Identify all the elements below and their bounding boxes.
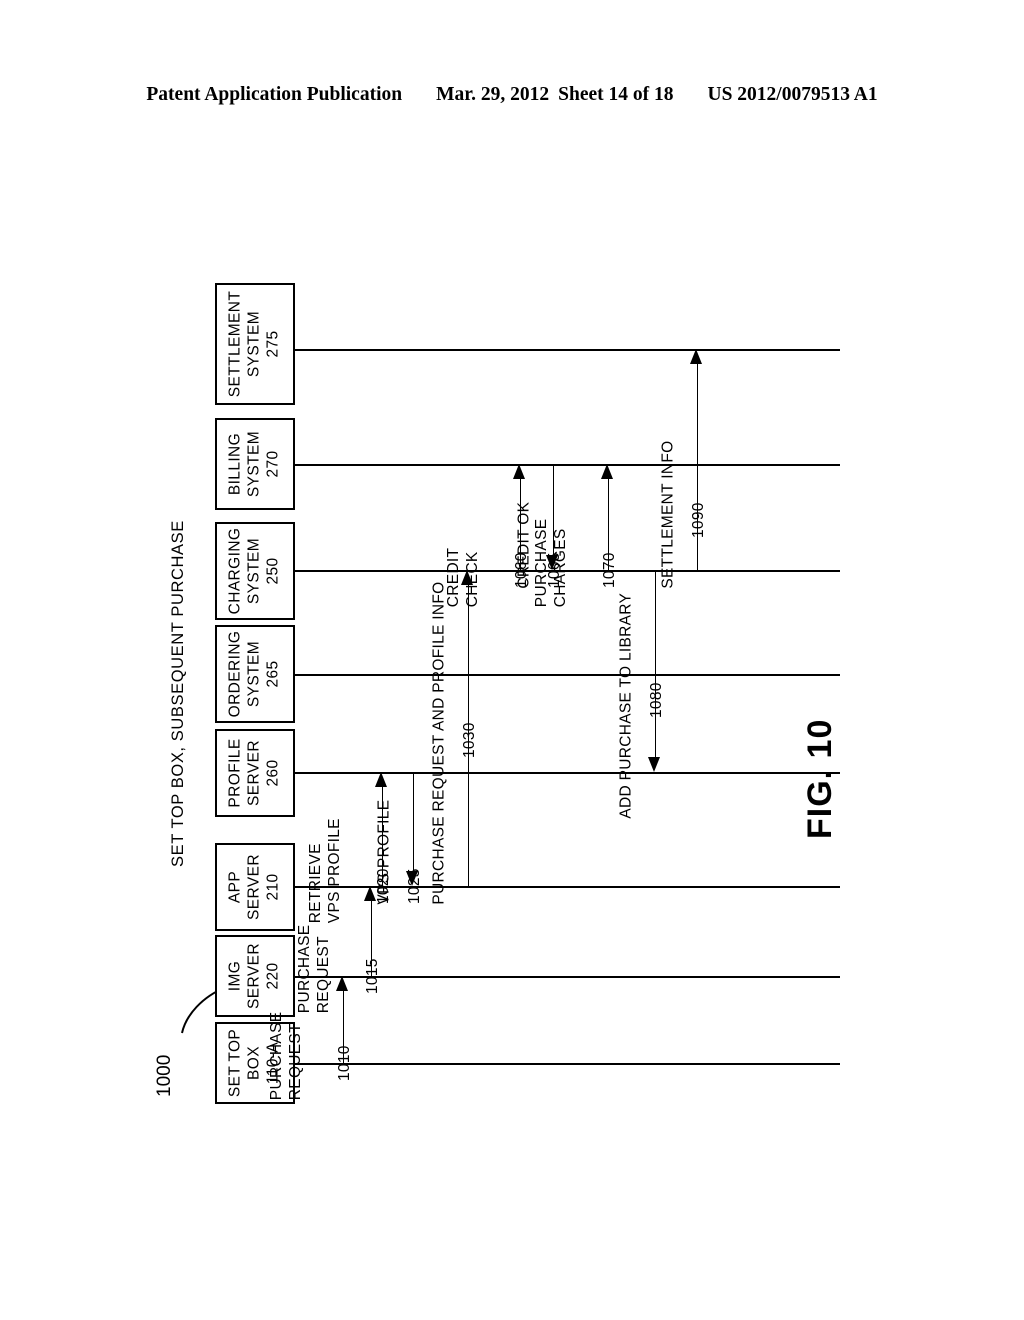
message-arrowhead-add-purchase-to-library-1080 [648,757,660,772]
participant-line2-set-top-box: BOX [245,1046,263,1080]
participant-ref-settlement-system: 275 [264,330,282,358]
message-line2-credit-check-1060: CHECK [463,551,481,608]
message-label-purchase-request-and-profile-info-1030: PURCHASE REQUEST AND PROFILE INFO [430,581,449,904]
participant-label-app-server: APP SERVER 210 [227,854,284,920]
participant-line1-ordering-system: ORDERING [226,630,244,718]
figure-number-label: FIG. 10 [801,718,839,839]
participant-line2-settlement-system: SYSTEM [245,310,263,378]
message-label-purchase-request-1015: PURCHASE REQUEST [296,925,333,1014]
message-line2-add-purchase-to-library-1080: ADD PURCHASE TO LIBRARY [617,592,635,819]
message-line1-credit-check-1060: CREDIT [444,547,462,608]
participant-line2-ordering-system: SYSTEM [245,640,263,708]
message-arrowhead-purchase-request-1010 [336,976,348,991]
message-line2-purchase-request-1010: REQUEST [286,1023,304,1101]
reference-numeral-1000: 1000 [154,1054,175,1097]
participant-ref-img-server: 220 [264,962,282,990]
message-ref-add-purchase-to-library-1080: 1080 [648,682,665,718]
diagram-title: SET TOP BOX, SUBSEQUENT PURCHASE [169,520,187,867]
participant-line1-settlement-system: SETTLEMENT [226,290,244,398]
participant-box-ordering-system: ORDERING SYSTEM 265 [215,625,295,723]
message-label-vps-profile-1025: VPS PROFILE [375,800,394,905]
participant-line2-billing-system: SYSTEM [245,430,263,498]
participant-line1-app-server: APP [226,870,244,904]
message-line2-purchase-charges-1070: CHARGES [551,528,569,608]
message-line2-retrieve-vps-profile-1020: VPS PROFILE [325,818,343,924]
lifeline-ordering-system [295,674,840,676]
participant-line2-app-server: SERVER [245,854,263,920]
message-label-retrieve-vps-profile-1020: RETRIEVE VPS PROFILE [307,818,344,923]
message-label-purchase-charges-1070: PURCHASE CHARGES [533,519,570,608]
participant-label-img-server: IMG SERVER 220 [227,943,284,1009]
message-shaft-vps-profile-1025 [413,772,414,872]
message-label-purchase-request-1010: PURCHASE REQUEST [268,1012,305,1101]
message-ref-purchase-request-and-profile-info-1030: 1030 [461,722,478,758]
lifeline-settlement-system [295,349,840,351]
participant-line2-img-server: SERVER [245,943,263,1009]
participant-line1-profile-server: PROFILE [226,738,244,808]
participant-label-profile-server: PROFILE SERVER 260 [227,738,284,807]
message-arrowhead-credit-check-1060 [513,464,525,479]
message-line2-vps-profile-1025: VPS PROFILE [375,799,393,905]
message-ref-settlement-info-1090: 1090 [690,502,707,538]
message-line1-purchase-request-1015: PURCHASE [295,924,313,1014]
message-line1-retrieve-vps-profile-1020: RETRIEVE [306,843,324,924]
participant-line1-img-server: IMG [226,960,244,992]
participant-ref-app-server: 210 [264,873,282,901]
participant-box-profile-server: PROFILE SERVER 260 [215,729,295,817]
participant-ref-charging-system: 250 [264,557,282,585]
sequence-diagram-figure: SET TOP BOX, SUBSEQUENT PURCHASE FIG. 10… [0,0,1024,1320]
participant-ref-billing-system: 270 [264,450,282,478]
participant-line2-charging-system: SYSTEM [245,537,263,605]
participant-line2-profile-server: SERVER [245,740,263,806]
message-label-settlement-info-1090: SETTLEMENT INFO [659,441,678,589]
participant-box-settlement-system: SETTLEMENT SYSTEM 275 [215,283,295,405]
message-line2-credit-ok-1065: CREDIT OK [515,501,533,589]
participant-line1-billing-system: BILLING [226,432,244,496]
message-ref-purchase-charges-1070: 1070 [601,552,618,588]
lifeline-set-top-box [295,1063,840,1065]
participant-line1-set-top-box: SET TOP [226,1028,244,1098]
participant-box-app-server: APP SERVER 210 [215,843,295,931]
message-line1-purchase-request-1010: PURCHASE [267,1011,285,1101]
participant-label-billing-system: BILLING SYSTEM 270 [227,431,284,497]
participant-label-ordering-system: ORDERING SYSTEM 265 [227,631,284,718]
message-arrowhead-purchase-charges-1070 [601,464,613,479]
message-ref-purchase-request-1015: 1015 [364,958,381,994]
message-ref-vps-profile-1025: 1025 [406,868,423,904]
participant-box-img-server: IMG SERVER 220 [215,935,295,1017]
participant-box-billing-system: BILLING SYSTEM 270 [215,418,295,510]
message-shaft-settlement-info-1090 [697,363,698,570]
message-label-add-purchase-to-library-1080: ADD PURCHASE TO LIBRARY [617,593,636,819]
message-arrowhead-retrieve-vps-profile-1020 [375,772,387,787]
message-line2-purchase-request-1015: REQUEST [314,936,332,1014]
message-label-credit-ok-1065: CREDIT OK [515,502,534,589]
message-line2-purchase-request-and-profile-info-1030: PURCHASE REQUEST AND PROFILE INFO [430,581,448,905]
participant-label-settlement-system: SETTLEMENT SYSTEM 275 [227,291,284,397]
message-ref-purchase-request-1010: 1010 [336,1045,353,1081]
message-line2-settlement-info-1090: SETTLEMENT INFO [659,440,677,589]
participant-ref-ordering-system: 265 [264,660,282,688]
message-line1-purchase-charges-1070: PURCHASE [532,518,550,608]
participant-box-charging-system: CHARGING SYSTEM 250 [215,522,295,620]
message-shaft-add-purchase-to-library-1080 [655,570,656,758]
participant-label-charging-system: CHARGING SYSTEM 250 [227,528,284,615]
participant-ref-profile-server: 260 [264,759,282,787]
message-label-credit-check-1060: CREDIT CHECK [445,548,482,608]
message-arrowhead-settlement-info-1090 [690,349,702,364]
lifeline-billing-system [295,464,840,466]
participant-line1-charging-system: CHARGING [226,527,244,615]
